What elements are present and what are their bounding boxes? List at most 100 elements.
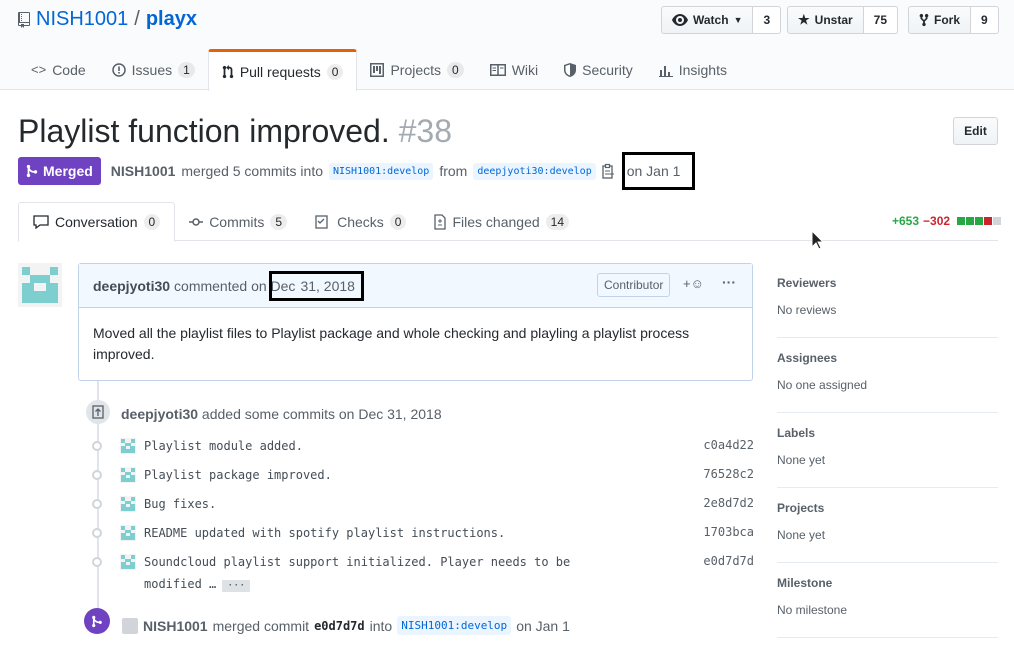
- commit-message-link[interactable]: Bug fixes.: [144, 497, 216, 511]
- sidebar-heading[interactable]: Labels: [777, 426, 815, 440]
- commit-message-link[interactable]: Playlist module added.: [144, 439, 303, 453]
- repo-push-icon: [86, 400, 110, 424]
- contributor-badge: Contributor: [597, 273, 671, 297]
- sidebar-section: Labels None yet: [777, 413, 998, 488]
- sidebar-value: No one assigned: [777, 378, 868, 392]
- commit-sha-link[interactable]: 76528c2: [703, 467, 754, 481]
- clipboard-icon[interactable]: [602, 163, 616, 179]
- code-icon: <>: [31, 62, 47, 77]
- edit-button[interactable]: Edit: [953, 117, 998, 145]
- merge-author-avatar[interactable]: [122, 617, 138, 634]
- nav-pull-requests-label: Pull requests: [239, 63, 321, 80]
- nav-pull-requests-count: 0: [326, 63, 344, 80]
- tab-conversation-label: Conversation: [55, 214, 138, 230]
- star-count[interactable]: 75: [863, 6, 899, 34]
- star-icon: ★: [798, 12, 810, 27]
- diffstat-block: [975, 217, 984, 225]
- diffstat-additions: +653: [892, 214, 920, 228]
- nav-security[interactable]: Security: [551, 49, 646, 90]
- fork-count[interactable]: 9: [971, 6, 999, 34]
- comment-icon: [33, 215, 49, 229]
- watch-label: Watch: [693, 13, 729, 27]
- merge-author-link[interactable]: NISH1001: [143, 618, 208, 634]
- comment-author-link[interactable]: deepjyoti30: [93, 278, 170, 294]
- tab-commits-label: Commits: [209, 213, 265, 230]
- expand-commit-button[interactable]: ···: [222, 580, 251, 592]
- tab-commits-count: 5: [270, 213, 288, 230]
- unstar-button[interactable]: ★ Unstar: [787, 6, 864, 34]
- commit-message-link[interactable]: README updated with spotify playlist ins…: [144, 526, 505, 540]
- add-reaction-icon[interactable]: +☺: [683, 276, 704, 291]
- repo-icon: [18, 11, 30, 28]
- commit-row: Playlist module added. c0a4d22: [90, 435, 754, 464]
- sidebar-heading[interactable]: Reviewers: [777, 276, 836, 290]
- merger-link[interactable]: NISH1001: [111, 163, 176, 179]
- commit-author-avatar[interactable]: [120, 525, 136, 541]
- watch-button[interactable]: Watch ▼: [661, 6, 754, 34]
- nav-pull-requests[interactable]: Pull requests 0: [207, 49, 358, 91]
- comment-box: deepjyoti30 commented on Dec 31, 2018 Co…: [78, 263, 753, 381]
- base-branch[interactable]: NISH1001:develop: [329, 162, 434, 180]
- nav-projects-count: 0: [447, 61, 464, 78]
- commit-sha-link[interactable]: 2e8d7d2: [703, 496, 754, 510]
- commit-author-avatar[interactable]: [120, 496, 136, 512]
- commit-dot-icon: [92, 499, 102, 509]
- kebab-menu-icon[interactable]: ···: [722, 274, 736, 290]
- repo-nav: <> Code Issues 1 Pull requests 0 Project…: [18, 49, 740, 91]
- nav-issues[interactable]: Issues 1: [99, 49, 208, 90]
- sidebar-section: Projects None yet: [777, 488, 998, 563]
- comment-date[interactable]: 31, 2018: [269, 270, 364, 301]
- commit-author-avatar[interactable]: [120, 438, 136, 454]
- repo-title: NISH1001 / playx: [18, 8, 197, 31]
- merge-icon: [26, 164, 38, 178]
- repo-name-link[interactable]: playx: [146, 8, 197, 31]
- tab-conversation[interactable]: Conversation 0: [18, 202, 176, 242]
- sidebar-value: No milestone: [777, 603, 848, 617]
- nav-issues-count: 1: [178, 61, 195, 78]
- commit-author-avatar[interactable]: [120, 467, 136, 483]
- page-title: Playlist function improved. #38: [18, 113, 452, 150]
- nav-projects-label: Projects: [390, 61, 442, 78]
- caret-down-icon: ▼: [733, 15, 743, 25]
- head-branch[interactable]: deepjyoti30:develop: [473, 162, 596, 180]
- mouse-cursor-icon: [811, 230, 825, 250]
- nav-code[interactable]: <> Code: [18, 49, 99, 90]
- tab-files-changed-label: Files changed: [452, 213, 540, 230]
- file-diff-icon: [434, 213, 447, 230]
- commit-message-link[interactable]: Playlist package improved.: [144, 468, 332, 482]
- commit-author-avatar[interactable]: [120, 554, 136, 570]
- sidebar-heading[interactable]: Milestone: [777, 576, 832, 590]
- commit-message-link[interactable]: Soundcloud playlist support initialized.…: [144, 555, 570, 591]
- commits-event-author[interactable]: deepjyoti30: [121, 406, 198, 422]
- sidebar-heading[interactable]: Projects: [777, 501, 824, 515]
- commit-row: Soundcloud playlist support initialized.…: [90, 551, 754, 592]
- comment-body: Moved all the playlist files to Playlist…: [93, 325, 690, 362]
- commit-sha-link[interactable]: c0a4d22: [703, 438, 754, 452]
- tab-files-changed[interactable]: Files changed 14: [420, 202, 583, 241]
- commit-sha-link[interactable]: e0d7d7d: [703, 554, 754, 568]
- watch-count[interactable]: 3: [753, 6, 782, 34]
- merge-branch[interactable]: NISH1001:develop: [397, 616, 512, 635]
- commit-sha-link[interactable]: 1703bca: [703, 525, 754, 539]
- nav-insights[interactable]: Insights: [646, 49, 740, 90]
- fork-label: Fork: [934, 13, 961, 27]
- tab-commits[interactable]: Commits 5: [175, 202, 301, 241]
- commit-row: Bug fixes. 2e8d7d2: [90, 493, 754, 522]
- merge-event-icon: [84, 608, 110, 634]
- watch-group: Watch ▼ 3: [661, 6, 782, 34]
- pr-title-text: Playlist function improved.: [18, 113, 390, 149]
- repo-owner-link[interactable]: NISH1001: [36, 8, 128, 31]
- tab-checks[interactable]: Checks 0: [301, 202, 420, 241]
- shield-icon: [564, 62, 577, 77]
- issue-icon: [111, 62, 126, 77]
- sidebar-heading[interactable]: Assignees: [777, 351, 837, 365]
- merge-sha-link[interactable]: e0d7d7d: [314, 619, 365, 633]
- fork-button[interactable]: Fork: [908, 6, 972, 34]
- nav-projects[interactable]: Projects 0: [357, 49, 476, 90]
- diffstat-deletions: −302: [923, 214, 951, 228]
- repo-header: NISH1001 / playx Watch ▼ 3 ★ Unstar 75 F…: [0, 0, 1014, 91]
- nav-wiki[interactable]: Wiki: [477, 49, 551, 90]
- sidebar-value: No reviews: [777, 303, 837, 317]
- commit-dot-icon: [92, 441, 102, 451]
- avatar[interactable]: [18, 263, 62, 307]
